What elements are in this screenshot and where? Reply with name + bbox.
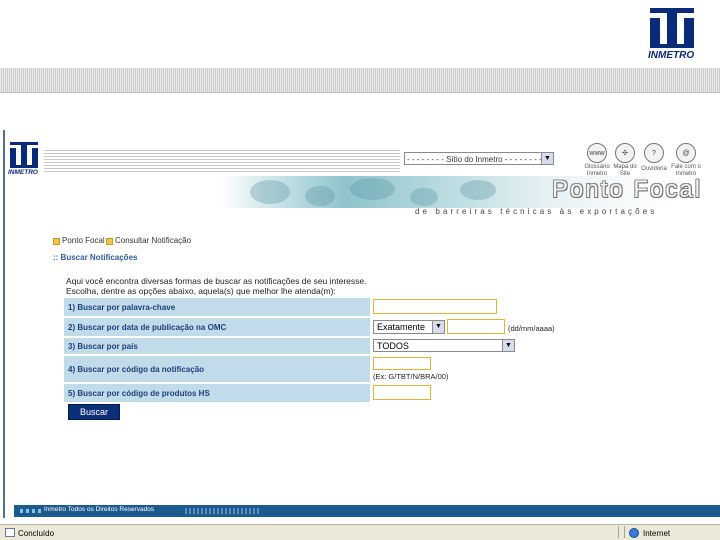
date-format-hint: (dd/mm/aaaa): [508, 324, 555, 333]
compass-icon[interactable]: ✣: [615, 143, 635, 163]
inmetro-site-logo[interactable]: INMETRO: [8, 142, 42, 178]
breadcrumb-ponto-focal[interactable]: Ponto Focal: [62, 236, 105, 245]
hs-code-input[interactable]: [373, 385, 431, 400]
page-done-icon: [5, 528, 15, 537]
footer-pattern: [185, 508, 260, 514]
breadcrumb-consultar[interactable]: Consultar Notificação: [115, 236, 191, 245]
status-separator: [624, 526, 625, 538]
chevron-down-icon[interactable]: ▼: [502, 340, 514, 351]
inmetro-slide-logo: INMETRO: [648, 8, 696, 64]
date-mode-select[interactable]: Exatamente ▼: [373, 320, 445, 334]
globe-icon: [629, 528, 639, 538]
footer-dots: [20, 509, 42, 513]
row-country-label: 3) Buscar por país: [64, 338, 370, 354]
site-logo-text: INMETRO: [8, 169, 38, 176]
browser-left-border: [3, 130, 5, 518]
row-date-label: 2) Buscar por data de publicação na OMC: [64, 318, 370, 336]
date-input[interactable]: [447, 319, 505, 334]
intro-line-2: Escolha, dentre as opções abaixo, aquela…: [66, 286, 336, 296]
breadcrumb-home-icon: [53, 238, 60, 245]
slide-header-stripe: [0, 68, 720, 92]
site-nav-select[interactable]: - - - - - - - - Sítio do Inmetro - - - -…: [404, 152, 554, 165]
row-notification-label: 4) Buscar por código da notificação: [64, 356, 370, 382]
site-nav-select-value: - - - - - - - - Sítio do Inmetro - - - -…: [407, 155, 542, 164]
row-hs-label: 5) Buscar por código de produtos HS: [64, 384, 370, 402]
breadcrumb-arrow-icon: [106, 238, 113, 245]
site-header-stripes: [44, 148, 400, 174]
ouvidoria-label[interactable]: Ouvidoria: [637, 166, 671, 173]
banner-title: Ponto Focal: [552, 176, 703, 203]
page-title: :: Buscar Notificações: [53, 253, 138, 262]
at-icon[interactable]: @: [676, 143, 696, 163]
browser-status-bar: [0, 524, 720, 540]
notification-code-hint: (Ex: G/TBT/N/BRA/00): [373, 372, 449, 381]
row-keyword-label: 1) Buscar por palavra-chave: [64, 298, 370, 316]
status-text: Concluído: [18, 529, 55, 538]
status-separator: [618, 526, 619, 538]
notification-code-input[interactable]: [373, 357, 431, 370]
buscar-button[interactable]: Buscar: [68, 404, 120, 420]
chevron-down-icon[interactable]: ▼: [541, 153, 553, 164]
banner-subtitle: de barreiras técnicas às exportações: [415, 207, 658, 216]
www-icon[interactable]: www: [587, 143, 607, 163]
date-mode-value: Exatamente: [377, 322, 426, 332]
intro-line-1: Aqui você encontra diversas formas de bu…: [66, 276, 367, 286]
country-select[interactable]: TODOS ▼: [373, 339, 515, 352]
keyword-input[interactable]: [373, 299, 497, 314]
security-zone: Internet: [643, 529, 671, 538]
inmetro-logo-text: INMETRO: [648, 50, 695, 61]
chevron-down-icon[interactable]: ▼: [432, 321, 444, 333]
footer-copyright: Inmetro Todos os Direitos Reservados: [44, 506, 155, 513]
country-value: TODOS: [377, 341, 409, 351]
question-icon[interactable]: ?: [644, 143, 664, 163]
slide-header-rule: [0, 92, 720, 93]
